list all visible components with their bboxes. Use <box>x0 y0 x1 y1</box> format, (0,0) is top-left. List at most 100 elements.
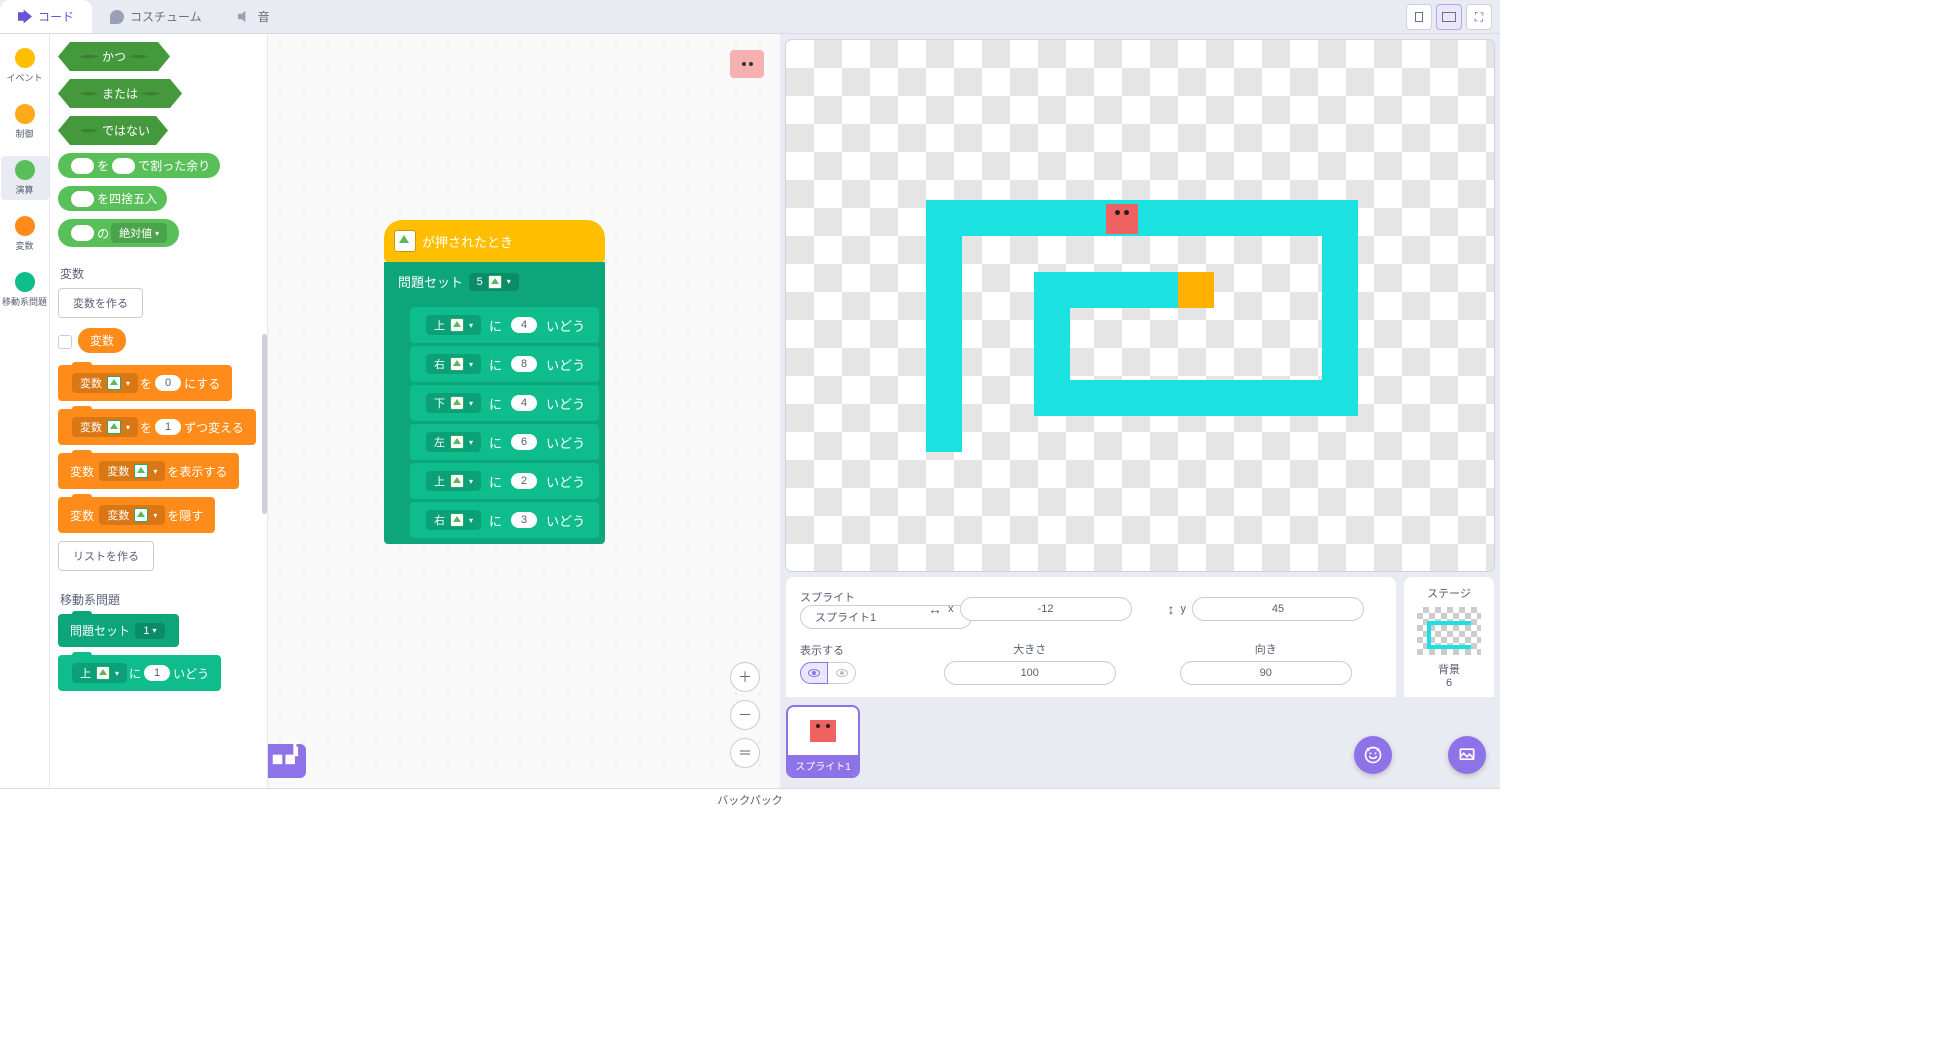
sound-icon <box>238 10 252 24</box>
cat-dot-icon <box>15 160 35 180</box>
variable-reporter[interactable]: 変数 <box>78 328 126 353</box>
view-fullscreen[interactable]: ⛶ <box>1466 4 1492 30</box>
image-placeholder-icon <box>134 508 148 522</box>
block-move-step[interactable]: 下に4いどう <box>410 385 599 421</box>
block-move-step[interactable]: 上に4いどう <box>410 307 599 343</box>
cat-dot-icon <box>15 104 35 124</box>
cat-dot-icon <box>15 272 35 292</box>
stage-title: ステージ <box>1412 585 1486 601</box>
zoom-out-button[interactable]: － <box>730 700 760 730</box>
tab-sounds[interactable]: 音 <box>220 0 288 33</box>
block-palette[interactable]: かつ または ではない を で割った余り を四捨五入 の絶対値 変数 変数を作る… <box>50 34 268 788</box>
block-op-round[interactable]: を四捨五入 <box>58 186 167 211</box>
cat-operators[interactable]: 演算 <box>1 156 49 200</box>
eye-off-icon <box>836 669 848 677</box>
eye-icon <box>808 669 820 677</box>
hat-when-flag-clicked[interactable]: が押されたとき <box>384 220 605 262</box>
sprite-preview-icon <box>810 720 836 742</box>
block-move-step[interactable]: 左に6いどう <box>410 424 599 460</box>
sprite-thumbnail-icon <box>730 50 764 78</box>
add-extension-button[interactable] <box>268 744 306 778</box>
backpack-bar[interactable]: バックパック <box>0 788 1500 812</box>
sprite-size-input[interactable] <box>944 661 1116 685</box>
block-problem-set[interactable]: 問題セット 1 <box>58 614 179 647</box>
code-icon <box>18 10 32 24</box>
block-change-variable[interactable]: 変数を1ずつ変える <box>58 409 256 445</box>
size-label: 大きさ <box>928 641 1132 657</box>
view-small-stage[interactable] <box>1406 4 1432 30</box>
block-move-direction[interactable]: 上に1いどう <box>58 655 221 691</box>
stage[interactable] <box>786 40 1494 571</box>
block-move-step[interactable]: 上に2いどう <box>410 463 599 499</box>
brush-icon <box>110 10 124 24</box>
image-placeholder-icon <box>134 464 148 478</box>
tab-costumes-label: コスチューム <box>130 8 202 25</box>
cat-control[interactable]: 制御 <box>1 100 49 144</box>
block-op-mathof[interactable]: の絶対値 <box>58 219 179 247</box>
make-variable-button[interactable]: 変数を作る <box>58 288 143 318</box>
view-large-stage[interactable] <box>1436 4 1462 30</box>
cat-dot-icon <box>15 48 35 68</box>
block-op-or[interactable]: または <box>58 79 182 108</box>
sprite-direction-input[interactable] <box>1180 661 1352 685</box>
image-placeholder-icon <box>488 275 502 289</box>
stage-thumbnail[interactable] <box>1417 607 1481 655</box>
block-move-step[interactable]: 右に8いどう <box>410 346 599 382</box>
tab-code-label: コード <box>38 8 74 25</box>
backdrop-label: 背景 <box>1412 661 1486 677</box>
category-column: イベント 制御 演算 変数 移動系問題 <box>0 34 50 788</box>
sprite-x-input[interactable] <box>960 597 1132 621</box>
image-placeholder-icon <box>107 420 121 434</box>
maze-wall <box>926 200 1358 236</box>
sprite-info-panel: スプライト ↔ x ↕ y <box>786 577 1396 697</box>
tab-code[interactable]: コード <box>0 0 92 33</box>
flag-image-icon <box>394 230 416 252</box>
maze-wall <box>926 200 962 452</box>
section-variables: 変数 <box>60 265 259 282</box>
add-backdrop-button[interactable] <box>1448 736 1486 774</box>
cat-dot-icon <box>15 216 35 236</box>
var-checkbox[interactable] <box>58 335 72 349</box>
sprite-card[interactable]: スプライト1 <box>786 705 860 778</box>
tab-costumes[interactable]: コスチューム <box>92 0 220 33</box>
section-move: 移動系問題 <box>60 591 259 608</box>
tab-sounds-label: 音 <box>258 8 270 25</box>
block-move-step[interactable]: 右に3いどう <box>410 502 599 538</box>
cat-variables[interactable]: 変数 <box>1 212 49 256</box>
block-op-mod[interactable]: を で割った余り <box>58 153 220 178</box>
stage-info-panel[interactable]: ステージ 背景 6 <box>1404 577 1494 697</box>
zoom-reset-button[interactable]: ＝ <box>730 738 760 768</box>
block-hide-variable[interactable]: 変数 変数を隠す <box>58 497 215 533</box>
script-inner-wrap: 上に4いどう右に8いどう下に4いどう左に6いどう上に2いどう右に3いどう <box>384 301 605 544</box>
stage-column: スプライト ↔ x ↕ y <box>780 34 1500 788</box>
backdrop-count: 6 <box>1412 677 1486 689</box>
block-problem-set-used[interactable]: 問題セット 5 <box>384 262 605 301</box>
block-op-and[interactable]: かつ <box>58 42 170 71</box>
cat-events[interactable]: イベント <box>1 44 49 88</box>
zoom-in-button[interactable]: ＋ <box>730 662 760 692</box>
block-set-variable[interactable]: 変数を0にする <box>58 365 232 401</box>
hide-sprite-button[interactable] <box>828 662 856 684</box>
palette-scrollbar[interactable] <box>262 334 267 514</box>
x-arrow-icon: ↔ <box>928 601 942 617</box>
workspace[interactable]: が押されたとき 問題セット 5 上に4いどう右に8いどう下に4いどう左に6いどう… <box>268 34 780 788</box>
make-list-button[interactable]: リストを作る <box>58 541 154 571</box>
block-show-variable[interactable]: 変数 変数を表示する <box>58 453 239 489</box>
y-arrow-icon: ↕ <box>1168 601 1175 617</box>
image-placeholder-icon <box>107 376 121 390</box>
maze-wall <box>1034 380 1358 416</box>
image-placeholder-icon <box>96 666 110 680</box>
add-sprite-button[interactable] <box>1354 736 1392 774</box>
cat-custom-move[interactable]: 移動系問題 <box>1 268 49 312</box>
sprite-y-input[interactable] <box>1192 597 1364 621</box>
sprite-list: スプライト1 <box>780 697 1500 786</box>
block-op-not[interactable]: ではない <box>58 116 168 145</box>
direction-label: 向き <box>1168 641 1365 657</box>
show-label: 表示する <box>800 642 856 658</box>
show-sprite-button[interactable] <box>800 662 828 684</box>
script-stack[interactable]: が押されたとき 問題セット 5 上に4いどう右に8いどう下に4いどう左に6いどう… <box>384 220 605 544</box>
sprite-card-name: スプライト1 <box>788 755 858 776</box>
maze-goal <box>1178 272 1214 308</box>
sprite-title-label: スプライト <box>800 589 910 605</box>
maze-player <box>1106 204 1138 234</box>
